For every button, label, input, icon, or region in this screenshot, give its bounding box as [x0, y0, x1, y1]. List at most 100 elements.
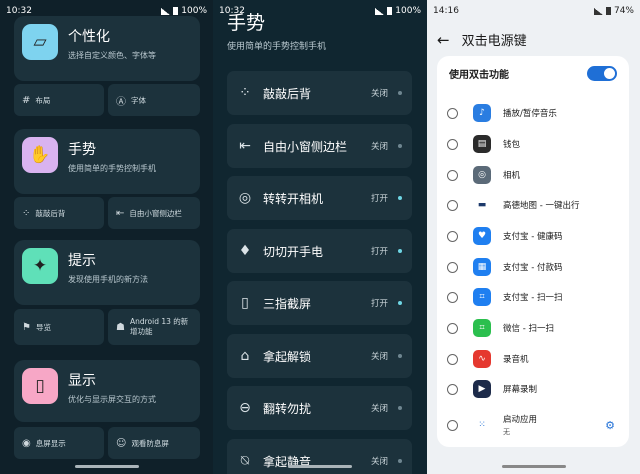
gear-icon[interactable]: ⚙	[605, 419, 615, 432]
radio-button[interactable]	[447, 353, 458, 365]
option-recorder[interactable]: ∿ 录音机	[437, 344, 629, 374]
gesture-row-dnd[interactable]: ⊖ 翻转勿扰 关闭	[227, 386, 412, 430]
radio-button[interactable]	[447, 107, 458, 119]
card-gestures[interactable]: ✋ 手势 使用简单的手势控制手机	[14, 129, 200, 194]
sub-android13[interactable]: ☗ Android 13 的新增功能	[108, 309, 200, 345]
state-dot	[398, 354, 402, 358]
option-screen-record[interactable]: ▶ 屏幕录制	[437, 374, 629, 404]
sub-label: 导览	[35, 322, 51, 332]
option-amap[interactable]: ▬ 高德地图 - 一键出行	[437, 190, 629, 220]
personalization-panel: 10:32 100% ▱ 个性化 选择自定义颜色、字体等 # 布局 Ⓐ 字体 ✋ 手…	[0, 0, 213, 474]
card-personalize[interactable]: ▱ 个性化 选择自定义颜色、字体等	[14, 16, 200, 81]
status-time: 10:32	[6, 6, 32, 16]
sub-tap-back[interactable]: ⁘ 敲敲后背	[14, 197, 104, 229]
gesture-row-screenshot[interactable]: ▯ 三指截屏 打开	[227, 281, 412, 325]
android-icon: ☗	[116, 321, 125, 333]
gesture-row-camera[interactable]: ◎ 转转开相机 打开	[227, 176, 412, 220]
option-alipay-pay[interactable]: ▦ 支付宝 - 付款码	[437, 252, 629, 282]
state-dot	[398, 406, 402, 410]
gesture-row-unlock[interactable]: ⌂ 拿起解锁 关闭	[227, 334, 412, 378]
option-wallet[interactable]: ▤ 钱包	[437, 129, 629, 159]
option-label: 启动应用无	[503, 413, 537, 437]
radio-button[interactable]	[447, 138, 458, 150]
toggle-label: 使用双击功能	[449, 70, 509, 81]
radio-button[interactable]	[447, 322, 458, 334]
option-label: 屏幕录制	[503, 385, 538, 395]
option-alipay-health[interactable]: ♥ 支付宝 - 健康码	[437, 221, 629, 251]
card-display[interactable]: ▯ 显示 优化与显示屏交互的方式	[14, 360, 200, 422]
double-press-power-panel: 14:16 74% ← 双击电源键 使用双击功能 ♪ 播放/暂停音乐 ▤ 钱包 ◎ 相…	[427, 0, 640, 474]
gesture-nav-bar[interactable]	[288, 465, 352, 468]
option-label: 录音机	[503, 355, 529, 365]
sub-label: 字体	[131, 95, 146, 105]
gesture-label: 拿起解锁	[263, 349, 312, 364]
gesture-state: 关闭	[370, 404, 388, 414]
state-dot	[398, 459, 402, 463]
radio-button[interactable]	[447, 199, 458, 211]
apps-icon: ⁙	[473, 416, 491, 434]
grid-icon: #	[22, 94, 31, 106]
option-label: 相机	[503, 171, 521, 181]
sub-stay-awake[interactable]: ☺ 观看防息屏	[108, 427, 200, 459]
gesture-row-sidebar[interactable]: ⇤ 自由小窗侧边栏 关闭	[227, 124, 412, 168]
card-desc: 选择自定义颜色、字体等	[68, 51, 156, 60]
state-dot	[398, 249, 402, 253]
sub-tour[interactable]: ⚑ 导览	[14, 309, 104, 345]
option-music[interactable]: ♪ 播放/暂停音乐	[437, 98, 629, 128]
sub-font[interactable]: Ⓐ 字体	[108, 84, 200, 116]
tap-icon: ⁘	[22, 207, 31, 219]
gesture-label: 敲敲后背	[263, 86, 312, 101]
battery-level: 100%	[181, 6, 207, 16]
radio-button[interactable]	[447, 383, 458, 395]
car-icon: ▬	[473, 196, 491, 214]
state-dot	[398, 144, 402, 148]
header: ← 双击电源键	[437, 30, 527, 50]
state-dot	[398, 91, 402, 95]
radio-button[interactable]	[447, 169, 458, 181]
bulb-icon: ✦	[22, 248, 58, 284]
battery-icon	[605, 7, 611, 15]
state-dot	[398, 196, 402, 200]
radio-button[interactable]	[447, 261, 458, 273]
gesture-row-tap-back[interactable]: ⁘ 敲敲后背 关闭	[227, 71, 412, 115]
personalize-icon: ▱	[22, 24, 58, 60]
wechat-scan-icon: ⌗	[473, 319, 491, 337]
back-arrow-icon[interactable]: ←	[437, 31, 450, 49]
option-desc: 无	[503, 428, 510, 436]
battery-icon	[387, 7, 393, 15]
signal-icon	[593, 7, 603, 15]
option-label-text: 启动应用	[503, 415, 538, 425]
card-tips[interactable]: ✦ 提示 发现使用手机的新方法	[14, 240, 200, 305]
option-camera[interactable]: ◎ 相机	[437, 160, 629, 190]
option-launch-app[interactable]: ⁙ 启动应用无 ⚙	[437, 407, 629, 443]
option-wechat-scan[interactable]: ⌗ 微信 - 扫一扫	[437, 313, 629, 343]
page-title: 手势	[227, 12, 266, 34]
gesture-nav-bar[interactable]	[501, 465, 566, 468]
sidebar-icon: ⇤	[239, 138, 251, 154]
option-alipay-scan[interactable]: ⌗ 支付宝 - 扫一扫	[437, 282, 629, 312]
gesture-state: 打开	[370, 247, 388, 257]
screen-record-icon: ▶	[473, 380, 491, 398]
card-desc: 优化与显示屏交互的方式	[68, 395, 156, 404]
gesture-row-flashlight[interactable]: ♦ 切切开手电 打开	[227, 229, 412, 273]
page-subtitle: 使用简单的手势控制手机	[227, 42, 327, 52]
sub-sidebar[interactable]: ⇤ 自由小窗侧边栏	[108, 197, 200, 229]
display-icon: ▯	[22, 368, 58, 404]
alipay-health-icon: ♥	[473, 227, 491, 245]
gesture-label: 切切开手电	[263, 244, 324, 259]
flashlight-icon: ♦	[238, 243, 252, 259]
radio-button[interactable]	[447, 291, 458, 303]
card-desc: 发现使用手机的新方法	[68, 275, 148, 284]
card-title: 显示	[68, 373, 96, 389]
state-dot	[398, 301, 402, 305]
gesture-label: 三指截屏	[263, 296, 312, 311]
double-press-toggle[interactable]	[587, 66, 617, 81]
radio-button[interactable]	[447, 419, 458, 431]
gesture-row-mute[interactable]: ⍉ 拿起静音 关闭	[227, 439, 412, 474]
gesture-state: 关闭	[370, 142, 388, 152]
sub-layout[interactable]: # 布局	[14, 84, 104, 116]
gesture-nav-bar[interactable]	[74, 465, 139, 468]
sub-aod[interactable]: ◉ 息屏显示	[14, 427, 104, 459]
radio-button[interactable]	[447, 230, 458, 242]
gesture-state: 关闭	[370, 89, 388, 99]
